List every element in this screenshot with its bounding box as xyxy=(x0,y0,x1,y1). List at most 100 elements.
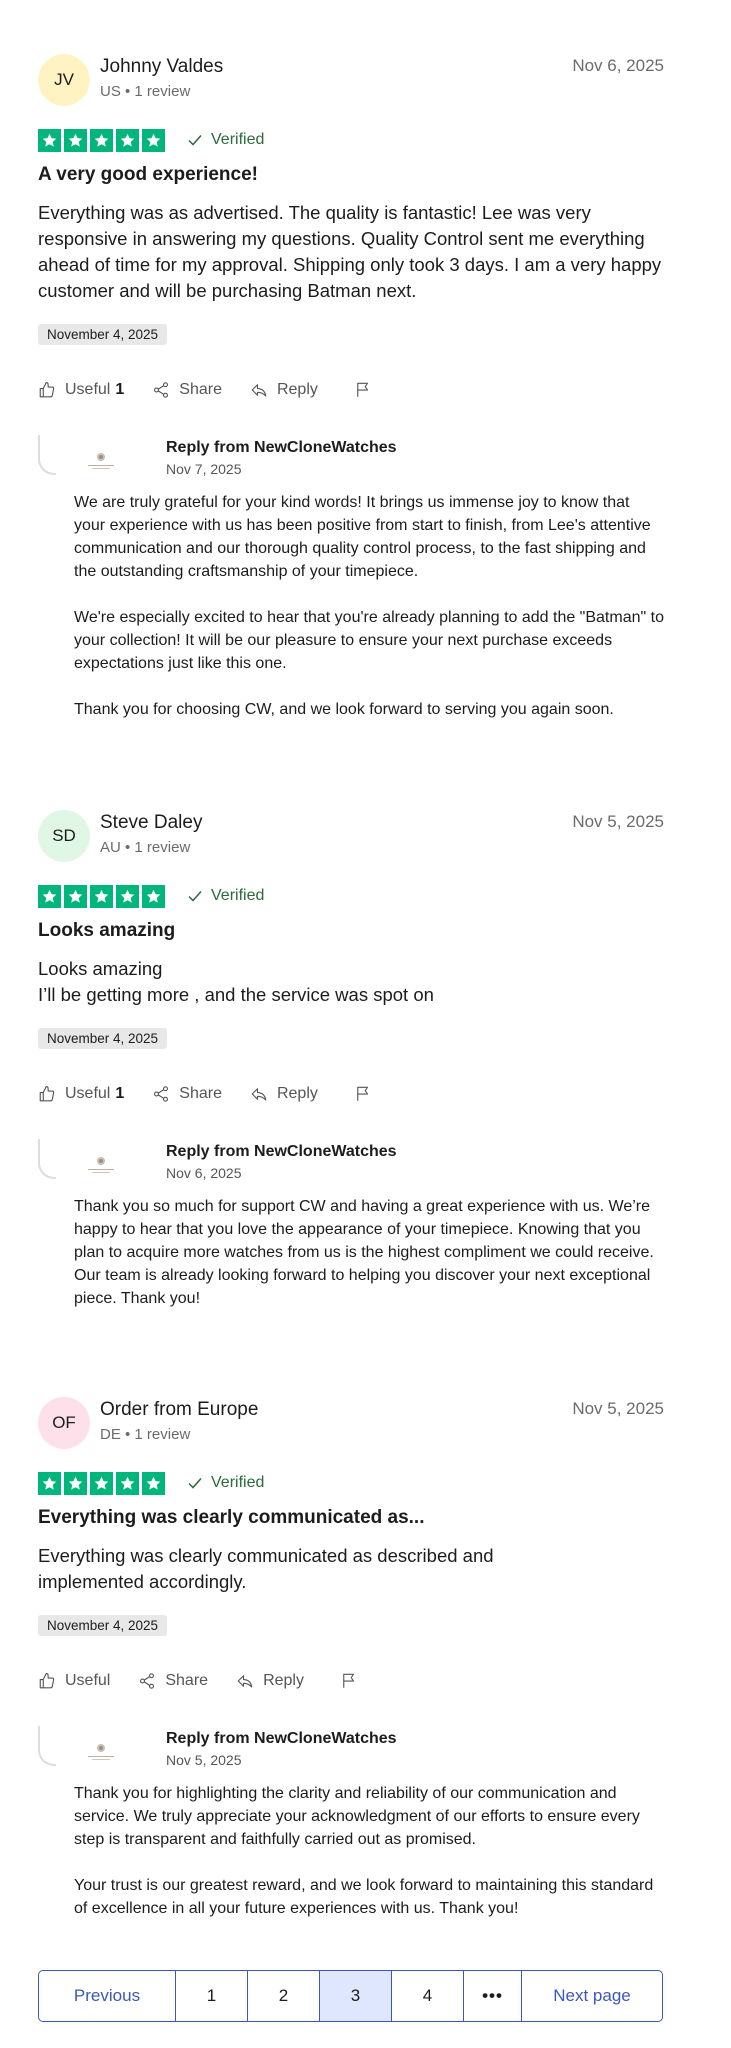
verified-badge[interactable]: Verified xyxy=(187,131,264,149)
review-body-line: I’ll be getting more , and the service w… xyxy=(38,984,434,1005)
reply-paragraph: We're especially excited to hear that yo… xyxy=(74,609,664,672)
review-body: Everything was clearly communicated as d… xyxy=(38,1545,494,1592)
next-page-button[interactable]: Next page xyxy=(522,1971,662,2021)
rating-row: Verified xyxy=(38,880,664,912)
useful-count: 1 xyxy=(115,1085,125,1102)
reply-connector xyxy=(38,435,56,475)
report-button[interactable] xyxy=(340,1672,367,1690)
share-button[interactable]: Share xyxy=(138,1672,208,1690)
star-icon xyxy=(64,128,87,152)
company-logo-icon[interactable] xyxy=(84,1153,118,1177)
star-icon xyxy=(116,128,139,152)
useful-button[interactable]: Useful xyxy=(38,1672,110,1690)
reply-label: Reply xyxy=(263,1672,304,1689)
reply-icon xyxy=(251,384,267,397)
review-actions: Useful 1 Share Reply xyxy=(38,1079,664,1109)
review-date: Nov 5, 2025 xyxy=(572,812,664,831)
share-label: Share xyxy=(179,381,222,398)
author-meta: US • 1 review xyxy=(100,83,191,100)
author-name[interactable]: Order from Europe xyxy=(100,1399,258,1421)
useful-label: Useful xyxy=(65,381,111,398)
company-logo-icon[interactable] xyxy=(84,1740,118,1764)
reply-from: Reply from NewCloneWatches xyxy=(166,1143,397,1160)
review-card: SD Steve Daley AU • 1 review Nov 5, 2025… xyxy=(38,808,664,1310)
verified-badge[interactable]: Verified xyxy=(187,1474,264,1492)
check-icon xyxy=(188,891,202,902)
reply-paragraph: Thank you for choosing CW, and we look f… xyxy=(74,701,614,718)
review-header: JV Johnny Valdes US • 1 review Nov 6, 20… xyxy=(38,52,664,110)
reply-header: Reply from NewCloneWatches Nov 6, 2025 xyxy=(74,1139,664,1191)
reply-button[interactable]: Reply xyxy=(250,381,318,399)
reply-button[interactable]: Reply xyxy=(250,1085,318,1103)
avatar[interactable]: OF xyxy=(38,1397,90,1449)
experience-date-badge: November 4, 2025 xyxy=(38,1028,168,1049)
verified-badge[interactable]: Verified xyxy=(187,887,264,905)
useful-label: Useful xyxy=(65,1085,111,1102)
reply-button[interactable]: Reply xyxy=(236,1672,304,1690)
report-button[interactable] xyxy=(354,1085,381,1103)
share-button[interactable]: Share xyxy=(152,381,222,399)
share-icon xyxy=(154,1086,169,1102)
page-button-4[interactable]: 4 xyxy=(392,1971,464,2021)
company-reply: Reply from NewCloneWatches Nov 6, 2025 T… xyxy=(38,1139,664,1310)
reply-connector xyxy=(38,1726,56,1766)
flag-icon xyxy=(357,1086,368,1101)
more-pages-button[interactable]: ••• xyxy=(464,1971,522,2021)
pagination: Previous 1 2 3 4 ••• Next page xyxy=(38,1970,663,2022)
review-title[interactable]: A very good experience! xyxy=(38,164,664,186)
reply-header: Reply from NewCloneWatches Nov 5, 2025 xyxy=(74,1726,664,1778)
reply-connector xyxy=(38,1139,56,1179)
star-rating xyxy=(38,128,165,152)
useful-button[interactable]: Useful 1 xyxy=(38,381,124,399)
star-icon xyxy=(142,128,165,152)
review-card: JV Johnny Valdes US • 1 review Nov 6, 20… xyxy=(38,52,664,721)
star-icon xyxy=(38,884,61,908)
reply-paragraph: We are truly grateful for your kind word… xyxy=(74,494,651,580)
reviews-page: JV Johnny Valdes US • 1 review Nov 6, 20… xyxy=(0,0,731,2048)
share-button[interactable]: Share xyxy=(152,1085,222,1103)
page-button-1[interactable]: 1 xyxy=(176,1971,248,2021)
review-body: Looks amazing I’ll be getting more , and… xyxy=(38,956,664,1008)
reply-text: Thank you for highlighting the clarity a… xyxy=(74,1782,664,1920)
company-logo-icon[interactable] xyxy=(84,449,118,473)
flag-icon xyxy=(357,382,368,397)
thumbs-up-icon xyxy=(39,1672,55,1689)
star-icon xyxy=(116,1471,139,1495)
star-icon xyxy=(90,884,113,908)
reply-paragraph: Your trust is our greatest reward, and w… xyxy=(74,1877,654,1917)
avatar[interactable]: JV xyxy=(38,54,90,106)
review-actions: Useful 1 Share Reply xyxy=(38,375,664,405)
star-icon xyxy=(90,1471,113,1495)
author-name[interactable]: Steve Daley xyxy=(100,812,202,834)
reply-from: Reply from NewCloneWatches xyxy=(166,1730,397,1747)
review-title[interactable]: Everything was clearly communicated as..… xyxy=(38,1507,664,1529)
useful-count: 1 xyxy=(115,381,125,398)
review-body: Everything was as advertised. The qualit… xyxy=(38,202,662,301)
review-title[interactable]: Looks amazing xyxy=(38,920,664,942)
reply-paragraph: Thank you for highlighting the clarity a… xyxy=(74,1785,640,1848)
check-icon xyxy=(188,1478,202,1489)
verified-label: Verified xyxy=(211,131,265,148)
reply-icon xyxy=(251,1088,267,1101)
star-icon xyxy=(90,128,113,152)
company-reply: Reply from NewCloneWatches Nov 5, 2025 T… xyxy=(38,1726,664,1920)
page-button-2[interactable]: 2 xyxy=(248,1971,320,2021)
useful-button[interactable]: Useful 1 xyxy=(38,1085,124,1103)
author-name[interactable]: Johnny Valdes xyxy=(100,56,223,78)
review-header: SD Steve Daley AU • 1 review Nov 5, 2025 xyxy=(38,808,664,866)
reply-text: Thank you so much for support CW and hav… xyxy=(74,1195,664,1310)
avatar[interactable]: SD xyxy=(38,810,90,862)
reply-label: Reply xyxy=(276,1085,318,1102)
rating-row: Verified xyxy=(38,1467,664,1499)
page-button-3-current[interactable]: 3 xyxy=(320,1971,392,2021)
thumbs-up-icon xyxy=(39,1085,55,1102)
report-button[interactable] xyxy=(354,381,381,399)
previous-page-button[interactable]: Previous xyxy=(39,1971,176,2021)
star-rating xyxy=(38,884,165,908)
star-icon xyxy=(64,884,87,908)
useful-label: Useful xyxy=(65,1672,111,1689)
author-meta: DE • 1 review xyxy=(100,1426,191,1443)
star-icon xyxy=(142,1471,165,1495)
review-date: Nov 5, 2025 xyxy=(572,1399,664,1418)
share-label: Share xyxy=(165,1672,209,1689)
